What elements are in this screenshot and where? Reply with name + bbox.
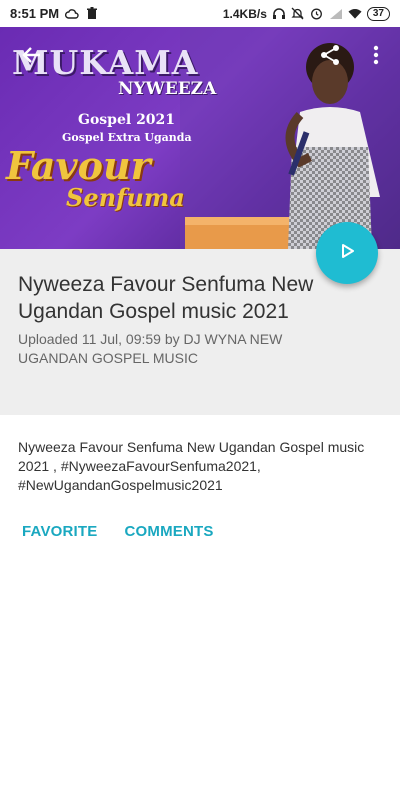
action-bar: FAVORITE COMMENTS — [22, 523, 214, 540]
play-icon — [338, 242, 356, 265]
more-options-button[interactable] — [362, 43, 390, 71]
status-bar: 8:51 PM 1.4KB/s 37 — [0, 0, 400, 27]
upload-info: Uploaded 11 Jul, 09:59 by DJ WYNA NEW UG… — [18, 331, 283, 366]
wifi-icon — [348, 7, 362, 21]
play-button[interactable] — [316, 222, 378, 284]
comments-button[interactable]: COMMENTS — [125, 523, 214, 540]
thumbnail-subtitle: NYWEEZA — [118, 79, 217, 99]
battery-indicator: 37 — [366, 6, 390, 21]
headphones-icon — [272, 7, 286, 21]
video-thumbnail[interactable]: MUKAMA NYWEEZA Gospel 2021 Gospel Extra … — [0, 27, 400, 249]
video-title: Nyweeza Favour Senfuma New Ugandan Gospe… — [18, 273, 314, 323]
net-speed: 1.4KB/s — [222, 6, 267, 21]
status-time: 8:51 PM — [10, 6, 60, 21]
thumbnail-gospel-line: Gospel 2021 — [78, 112, 176, 128]
alarm-icon — [310, 7, 324, 21]
thumbnail-artist-first: Favour — [6, 143, 151, 188]
favorite-button[interactable]: FAVORITE — [22, 523, 98, 540]
mute-icon — [291, 7, 305, 21]
back-arrow-icon — [21, 44, 43, 71]
trash-icon — [85, 7, 99, 21]
cloud-icon — [65, 7, 79, 21]
video-description: Nyweeza Favour Senfuma New Ugandan Gospe… — [18, 439, 365, 493]
more-vert-icon — [373, 45, 379, 70]
thumbnail-artist-last: Senfuma — [66, 183, 185, 212]
back-button[interactable] — [18, 43, 46, 71]
share-icon — [319, 44, 341, 71]
share-button[interactable] — [316, 43, 344, 71]
signal-icon — [329, 7, 343, 21]
